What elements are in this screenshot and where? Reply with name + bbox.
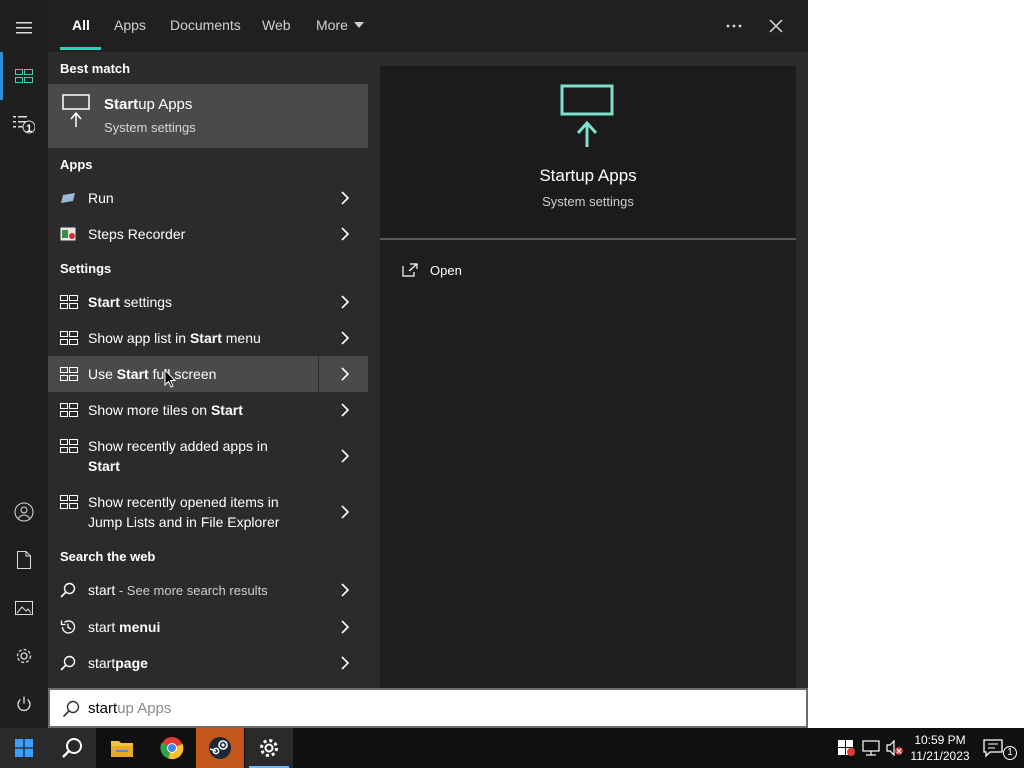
setting-item-recently-added[interactable]: Show recently added apps in Start (48, 428, 368, 484)
setting-item-full-screen[interactable]: Use Start full screen (48, 356, 368, 392)
web-item-start[interactable]: start - See more search results (48, 572, 368, 608)
search-text: startup Apps (88, 700, 172, 717)
tab-web[interactable]: Web (262, 0, 291, 52)
best-match-item[interactable]: Startup Apps System settings (48, 84, 368, 148)
tab-more-label: More (316, 17, 348, 33)
system-clock[interactable]: 10:59 PM 11/21/2023 (906, 732, 974, 764)
open-external-icon (402, 263, 418, 277)
chevron-right-icon[interactable] (340, 295, 350, 309)
search-panel: All Apps Documents Web More Best match S… (48, 0, 808, 688)
start-button[interactable] (0, 728, 48, 768)
search-icon (62, 738, 82, 758)
settings-gear-icon (260, 739, 278, 757)
app-item-steps-recorder[interactable]: Steps Recorder (48, 216, 368, 252)
account-icon[interactable] (0, 488, 48, 536)
volume-muted-icon[interactable] (886, 740, 904, 756)
activity-badge: 1 (26, 123, 33, 135)
steam-button[interactable] (196, 728, 244, 768)
chevron-right-icon[interactable] (340, 583, 350, 597)
start-tiles-icon (60, 403, 78, 417)
start-tiles-icon (60, 331, 78, 345)
chevron-right-icon[interactable] (340, 227, 350, 241)
chevron-right-icon[interactable] (340, 403, 350, 417)
chevron-right-icon[interactable] (340, 191, 350, 205)
search-scope-tabs: All Apps Documents Web More (48, 0, 808, 52)
search-icon (62, 700, 80, 718)
documents-icon[interactable] (0, 536, 48, 584)
network-icon[interactable] (862, 740, 880, 756)
chevron-right-icon[interactable] (340, 656, 350, 670)
preview-pane: Startup Apps System settings Open (380, 66, 796, 688)
tab-more[interactable]: More (316, 0, 364, 52)
taskbar-search-button[interactable] (48, 728, 96, 768)
start-tiles-icon (60, 495, 78, 509)
search-icon (60, 582, 76, 598)
section-best-match: Best match (60, 61, 131, 76)
action-center-button[interactable]: 1 (980, 728, 1020, 768)
start-tiles-icon (60, 439, 78, 453)
folder-icon (111, 741, 133, 757)
hamburger-menu-icon[interactable] (0, 4, 48, 52)
section-apps: Apps (60, 157, 93, 172)
startup-apps-icon (62, 94, 90, 127)
preview-header: Startup Apps System settings (380, 66, 796, 240)
power-icon[interactable] (0, 680, 48, 728)
steps-recorder-icon (60, 227, 76, 241)
tab-apps[interactable]: Apps (114, 0, 146, 52)
start-tiles-icon (60, 295, 78, 309)
row-split-divider (318, 356, 319, 392)
steam-icon (209, 737, 231, 759)
activity-list-icon[interactable]: 1 (0, 100, 48, 148)
start-left-rail: 1 (0, 0, 48, 728)
chevron-right-icon[interactable] (340, 505, 350, 519)
chevron-right-icon[interactable] (340, 620, 350, 634)
close-icon[interactable] (758, 8, 794, 44)
defender-tray-icon[interactable] (838, 740, 856, 756)
results-list: Best match Startup Apps System settings … (48, 52, 368, 688)
taskbar: 10:59 PM 11/21/2023 1 (0, 728, 1024, 768)
notification-count: 1 (1003, 746, 1017, 760)
setting-item-start-settings[interactable]: Start settings (48, 284, 368, 320)
clock-date: 11/21/2023 (910, 749, 970, 763)
search-input[interactable]: startup Apps (48, 688, 808, 728)
section-settings: Settings (60, 261, 112, 276)
preview-title: Startup Apps (539, 166, 637, 185)
settings-taskbar-button[interactable] (245, 728, 293, 768)
chevron-right-icon[interactable] (340, 331, 350, 345)
tab-all[interactable]: All (72, 0, 90, 52)
start-tiles-icon (60, 367, 78, 381)
chrome-icon (160, 737, 184, 760)
history-icon (60, 620, 76, 634)
preview-subtitle: System settings (542, 194, 634, 209)
search-icon (60, 655, 76, 671)
setting-item-more-tiles[interactable]: Show more tiles on Start (48, 392, 368, 428)
ellipsis-icon[interactable] (716, 8, 752, 44)
web-item-start-menui[interactable]: start menui (48, 609, 368, 645)
web-item-startpage[interactable]: startpage (48, 645, 368, 681)
tab-documents[interactable]: Documents (170, 0, 241, 52)
open-action-label: Open (430, 262, 462, 278)
caret-down-icon (353, 22, 364, 28)
file-explorer-button[interactable] (98, 728, 146, 768)
active-tab-underline (60, 47, 101, 50)
clock-time: 10:59 PM (914, 733, 966, 747)
chrome-button[interactable] (148, 728, 196, 768)
run-icon (61, 193, 75, 203)
chevron-right-icon[interactable] (340, 449, 350, 463)
app-item-run[interactable]: Run (48, 180, 368, 216)
windows-logo-icon (15, 739, 33, 757)
best-match-title: Startup Apps (104, 96, 193, 113)
settings-gear-icon[interactable] (0, 632, 48, 680)
chevron-right-icon[interactable] (340, 367, 350, 381)
mouse-cursor (164, 369, 176, 388)
setting-item-recently-opened[interactable]: Show recently opened items in Jump Lists … (48, 484, 368, 540)
best-match-subtitle: System settings (104, 120, 196, 135)
open-action[interactable]: Open (402, 258, 462, 282)
setting-item-app-list[interactable]: Show app list in Start menu (48, 320, 368, 356)
pictures-icon[interactable] (0, 584, 48, 632)
notification-icon (983, 739, 1003, 757)
section-search-web: Search the web (60, 549, 156, 564)
home-tiles-icon[interactable] (0, 52, 48, 100)
startup-apps-large-icon (560, 84, 614, 147)
